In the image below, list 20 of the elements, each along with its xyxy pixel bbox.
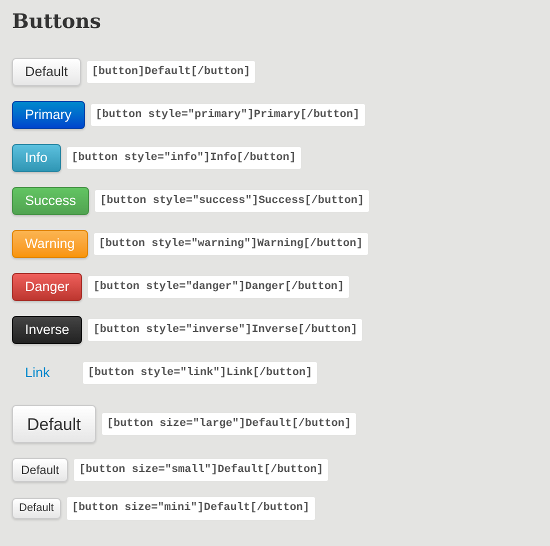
- shortcode-snippet: [button style="info"]Info[/button]: [66, 146, 301, 170]
- shortcode-snippet: [button style="warning"]Warning[/button]: [94, 232, 368, 256]
- sample-button[interactable]: Primary: [12, 101, 84, 129]
- sample-button[interactable]: Default: [12, 458, 68, 482]
- sample-button[interactable]: Default: [12, 405, 96, 443]
- link-button[interactable]: Link: [12, 359, 63, 387]
- shortcode-snippet: [button style="success"]Success[/button]: [95, 190, 370, 212]
- shortcode-snippet: [button size="mini"]Default[/button]: [66, 497, 314, 520]
- page-heading: Buttons: [12, 8, 102, 34]
- shortcode-snippet: [button style="inverse"]Inverse[/button]: [88, 318, 362, 342]
- shortcode-snippet: [button style="primary"]Primary[/button]: [90, 104, 365, 126]
- sample-button[interactable]: Default: [12, 498, 61, 519]
- shortcode-snippet: [button style="link"]Link[/button]: [82, 362, 318, 384]
- sample-button[interactable]: Inverse: [12, 316, 82, 344]
- shortcode-snippet: [button size="large"]Default[/button]: [102, 412, 356, 436]
- shortcode-snippet: [button style="danger"]Danger[/button]: [88, 276, 350, 298]
- sample-button[interactable]: Default: [12, 58, 81, 86]
- shortcode-snippet: [button size="small"]Default[/button]: [74, 458, 328, 482]
- sample-button[interactable]: Danger: [12, 273, 82, 301]
- shortcode-snippet: [button]Default[/button]: [86, 60, 256, 84]
